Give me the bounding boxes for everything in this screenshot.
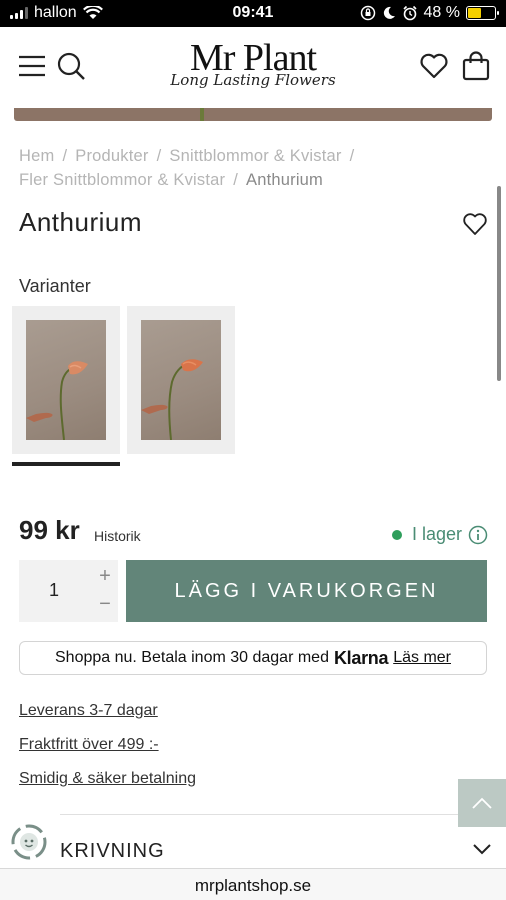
free-shipping-link[interactable]: Fraktfritt över 499 :- — [19, 736, 159, 754]
browser-url-bar[interactable]: mrplantshop.se — [0, 868, 506, 900]
price-history-link[interactable]: Historik — [94, 528, 141, 544]
stock-dot-icon — [391, 529, 402, 540]
payment-info-link[interactable]: Smidig & säker betalning — [19, 770, 196, 788]
add-to-wishlist-heart-icon[interactable] — [462, 211, 488, 237]
breadcrumb-item-fler-snittblommor[interactable]: Fler Snittblommor & Kvistar — [19, 171, 225, 189]
klarna-banner: Shoppa nu. Betala inom 30 dagar med Klar… — [19, 641, 487, 675]
chevron-up-icon — [472, 797, 492, 809]
breadcrumb-separator: / — [349, 147, 355, 165]
variant-option-2[interactable] — [127, 306, 235, 454]
battery-percent: 48 % — [423, 4, 460, 21]
cart-icon[interactable] — [461, 51, 491, 81]
breadcrumb-current: Anthurium — [246, 171, 324, 189]
add-to-cart-button[interactable]: LÄGG I VARUKORGEN — [126, 560, 487, 622]
variants-label: Varianter — [19, 276, 91, 296]
hero-image-strip — [14, 108, 492, 121]
klarna-read-more-link[interactable]: Läs mer — [393, 649, 451, 667]
variant-image — [26, 320, 106, 440]
klarna-logo: Klarna — [333, 647, 389, 668]
variant-image — [141, 320, 221, 440]
breadcrumb-item-hem[interactable]: Hem — [19, 147, 54, 165]
battery-icon — [466, 6, 499, 20]
moon-icon — [383, 6, 395, 19]
hero-image-stem — [200, 108, 204, 121]
site-header: Mr Plant Long Lasting Flowers — [0, 27, 506, 109]
breadcrumb: Hem / Produkter / Snittblommor & Kvistar / Fle… — [19, 144, 419, 192]
anthurium-photo — [26, 361, 88, 440]
quantity-decrease-button[interactable]: − — [97, 594, 113, 614]
breadcrumb-item-produkter[interactable]: Produkter — [75, 147, 148, 165]
variant-selected-indicator — [12, 462, 120, 466]
breadcrumb-separator: / — [156, 147, 162, 165]
quantity-value[interactable]: 1 — [19, 580, 89, 601]
wishlist-icon[interactable] — [419, 51, 449, 81]
url-text: mrplantshop.se — [194, 876, 312, 895]
delivery-info-link[interactable]: Leverans 3-7 dagar — [19, 702, 158, 720]
product-title: Anthurium — [19, 207, 142, 237]
chat-widget-button[interactable] — [8, 821, 50, 863]
page-scrollbar[interactable] — [497, 186, 501, 381]
scroll-to-top-button[interactable] — [458, 779, 506, 827]
anthurium-photo — [141, 359, 203, 440]
status-bar: hallon 09:41 48 % — [0, 0, 506, 27]
status-right: 48 % — [360, 4, 499, 22]
variant-option-1[interactable] — [12, 306, 120, 454]
quantity-stepper[interactable]: 1 + − — [19, 560, 118, 622]
stock-label: I lager — [411, 524, 462, 544]
breadcrumb-separator: / — [233, 171, 238, 189]
product-price: 99 kr — [19, 515, 80, 545]
divider — [60, 814, 488, 815]
klarna-text: Shoppa nu. Betala inom 30 dagar med — [55, 649, 329, 666]
chat-widget-icon — [11, 824, 47, 860]
alarm-icon — [402, 5, 417, 21]
info-icon[interactable] — [468, 525, 488, 545]
description-accordion-label[interactable]: KRIVNING — [60, 840, 165, 863]
breadcrumb-item-snittblommor[interactable]: Snittblommor & Kvistar — [169, 147, 341, 165]
lock-rotation-icon — [360, 5, 375, 21]
stock-status: I lager — [391, 524, 488, 545]
chevron-down-icon[interactable] — [472, 842, 492, 856]
quantity-increase-button[interactable]: + — [97, 566, 113, 586]
breadcrumb-separator: / — [62, 147, 68, 165]
